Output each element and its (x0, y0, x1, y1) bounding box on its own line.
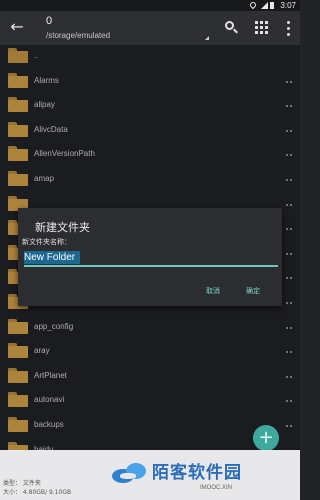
dialog-title: 新建文件夹 (35, 221, 90, 234)
more-vert-icon[interactable] (278, 18, 298, 38)
location-icon (248, 0, 258, 10)
back-arrow-icon[interactable]: ← (6, 17, 28, 39)
status-clock: 3:07 (280, 1, 296, 10)
watermark-subtext: IMOOC.XIN (200, 485, 233, 491)
current-path[interactable]: /storage/emulated (46, 31, 110, 40)
folder-name-input[interactable] (24, 249, 278, 267)
battery-icon (270, 2, 274, 9)
toolbar-title: 0 (46, 15, 53, 27)
new-folder-dialog: 新建文件夹 新文件夹名称： 取消 确定 (18, 208, 282, 306)
cancel-button[interactable]: 取消 (206, 286, 220, 296)
path-dropdown-icon[interactable] (205, 36, 209, 40)
type-info: 类型： 文件夹 (3, 480, 41, 487)
signal-icon (261, 2, 268, 9)
folder-name-label: 新文件夹名称： (22, 238, 71, 246)
watermark-text: 陌客软件园 (152, 463, 242, 483)
footer-info-bar: 类型： 文件夹 大小： 4.80GB/ 9.10GB 陌客软件园 IMOOC.X… (0, 450, 300, 500)
ok-button[interactable]: 确定 (246, 286, 260, 296)
watermark-logo-icon (112, 459, 148, 489)
add-fab-button[interactable]: + (253, 425, 279, 451)
top-toolbar: ← 0 /storage/emulated (0, 11, 300, 45)
size-info: 大小： 4.80GB/ 9.10GB (3, 489, 72, 496)
status-bar: 3:07 (0, 0, 300, 11)
grid-view-icon[interactable] (252, 18, 272, 38)
search-icon[interactable] (222, 18, 242, 38)
